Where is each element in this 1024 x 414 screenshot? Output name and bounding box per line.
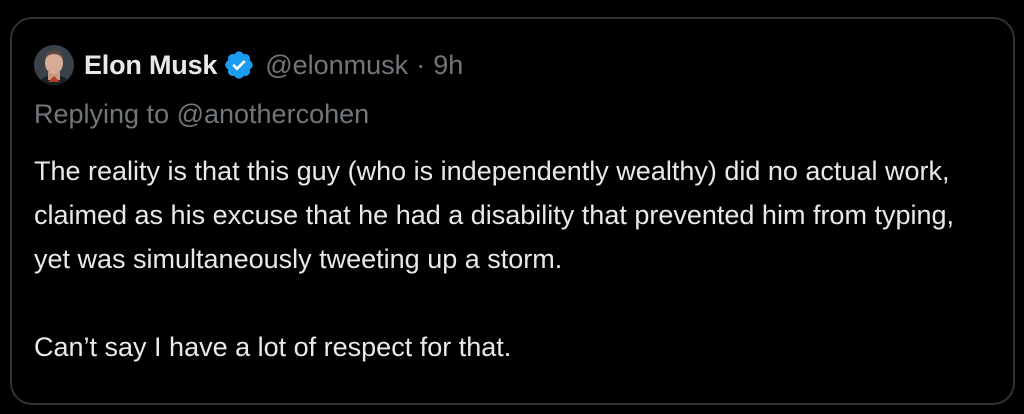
avatar[interactable] <box>34 45 74 85</box>
author-handle[interactable]: @elonmusk <box>265 50 408 81</box>
timestamp[interactable]: 9h <box>433 50 463 81</box>
tweet-paragraph: Can’t say I have a lot of respect for th… <box>34 332 512 362</box>
tweet-header: Elon Musk @elonmusk · 9h <box>34 45 463 85</box>
verified-badge-icon <box>225 51 253 79</box>
author-name[interactable]: Elon Musk <box>84 50 217 81</box>
tweet-text: The reality is that this guy (who is ind… <box>34 149 994 369</box>
reply-context[interactable]: Replying to @anothercohen <box>34 99 369 130</box>
dot-separator: · <box>416 49 426 80</box>
tweet-paragraph: The reality is that this guy (who is ind… <box>34 156 954 274</box>
tweet-card[interactable]: Elon Musk @elonmusk · 9h Replying to @an… <box>10 17 1015 405</box>
